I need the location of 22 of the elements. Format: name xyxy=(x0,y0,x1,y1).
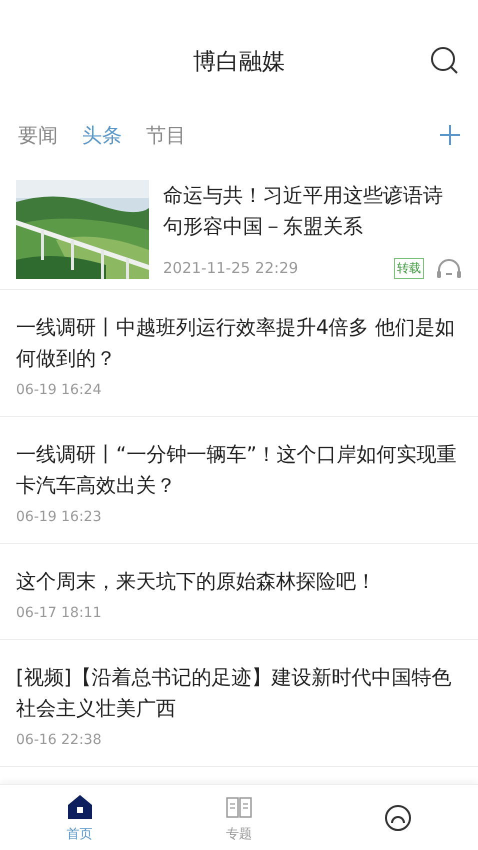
article-time: 2021-11-25 22:29 xyxy=(163,259,300,277)
home-icon xyxy=(66,792,94,820)
repost-tag: 转载 xyxy=(394,258,424,278)
face-icon xyxy=(384,804,412,832)
search-button[interactable] xyxy=(430,46,460,76)
article-title: 一线调研丨中越班列运行效率提升4倍多 他们是如何做到的？ xyxy=(16,314,456,372)
nav-tab[interactable]: 首页 xyxy=(0,785,160,850)
tab[interactable]: 节目 xyxy=(146,122,186,148)
article-title: 这个周末，来天坑下的原始森林探险吧！ xyxy=(16,568,377,595)
headphones-icon[interactable] xyxy=(436,257,462,279)
nav-tab[interactable]: 专题 xyxy=(159,785,319,850)
article-title: 命运与共！习近平用这些谚语诗句形容中国－东盟关系 xyxy=(163,182,444,240)
article-title: 一线调研丨“一分钟一辆车”！这个口岸如何实现重卡汽车高效出关？ xyxy=(16,441,458,499)
article-time: 06-19 16:24 xyxy=(16,382,102,398)
article-time: 06-19 16:23 xyxy=(16,509,102,525)
add-channel-button[interactable] xyxy=(438,123,462,147)
app-title: 博白融媒 xyxy=(193,48,285,76)
article-time: 06-17 18:11 xyxy=(16,605,102,621)
article-time: 06-16 22:38 xyxy=(16,732,102,748)
tab[interactable]: 头条 xyxy=(82,122,122,148)
article-title: [视频]【沿着总书记的足迹】建设新时代中国特色社会主义壮美广西 xyxy=(16,664,453,722)
tab[interactable]: 要闻 xyxy=(18,122,58,148)
